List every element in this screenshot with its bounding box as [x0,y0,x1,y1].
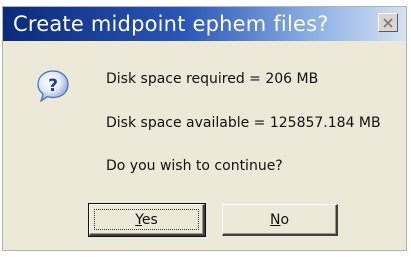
continue-prompt-text: Do you wish to continue? [106,158,283,174]
close-icon [383,17,393,28]
disk-required-text: Disk space required = 206 MB [106,71,319,87]
confirm-dialog: Create midpoint ephem files? ? Disk spac… [2,6,407,251]
yes-button[interactable]: Yes [88,203,206,237]
close-button[interactable] [378,13,398,32]
no-button[interactable]: No [222,204,338,236]
no-label-rest: o [280,211,290,228]
no-mnemonic: N [269,211,281,228]
focus-rect [94,209,199,230]
question-icon: ? [37,70,69,103]
disk-available-text: Disk space available = 125857.184 MB [106,115,381,131]
title-bar[interactable]: Create midpoint ephem files? [3,7,406,41]
svg-text:?: ? [48,76,58,96]
dialog-title: Create midpoint ephem files? [13,12,329,36]
no-label: No [270,212,289,228]
